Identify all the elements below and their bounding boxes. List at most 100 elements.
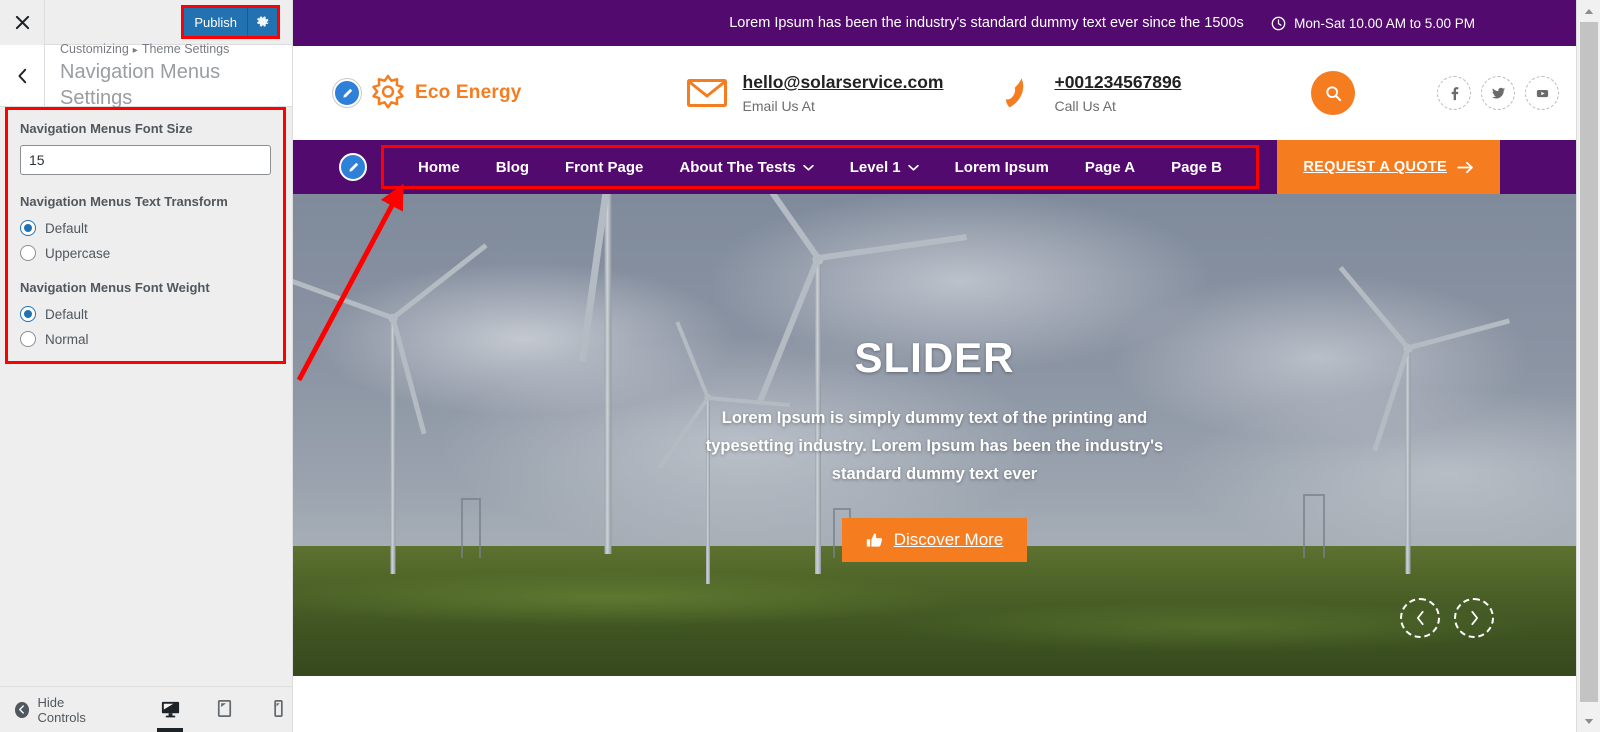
request-quote-button[interactable]: REQUEST A QUOTE <box>1277 140 1500 194</box>
breadcrumb: Customizing ▸ Theme Settings <box>60 41 292 59</box>
breadcrumb-parent[interactable]: Theme Settings <box>142 42 230 56</box>
hero-slider: SLIDER Lorem Ipsum is simply dummy text … <box>293 194 1576 676</box>
gear-icon <box>256 16 268 27</box>
nav-item-label: About The Tests <box>679 158 796 176</box>
topbar-hours: Mon-Sat 10.00 AM to 5.00 PM <box>1271 16 1475 31</box>
font-size-input[interactable] <box>20 145 271 175</box>
nav-item-about-the-tests[interactable]: About The Tests <box>661 159 831 176</box>
edit-shortcut-nav-wrap <box>339 153 367 181</box>
nav-item-level-1[interactable]: Level 1 <box>832 159 937 176</box>
slider-content: SLIDER Lorem Ipsum is simply dummy text … <box>293 334 1576 562</box>
nav-item-lorem-ipsum[interactable]: Lorem Ipsum <box>937 159 1067 176</box>
font-size-label: Navigation Menus Font Size <box>20 121 193 136</box>
social-youtube-button[interactable] <box>1525 76 1560 110</box>
site-header: Eco Energy hello@solarservice.com Email … <box>293 46 1600 140</box>
primary-navigation: Home Blog Front Page About The Tests Lev… <box>381 145 1259 189</box>
mobile-icon <box>273 699 283 717</box>
header-email-block[interactable]: hello@solarservice.com Email Us At <box>686 72 944 114</box>
site-preview: Lorem Ipsum has been the industry's stan… <box>293 0 1600 732</box>
font-weight-option-normal[interactable]: Normal <box>20 331 271 347</box>
radio-icon <box>20 306 36 322</box>
arrow-right-icon <box>1457 161 1473 173</box>
close-icon <box>15 15 29 29</box>
site-logo[interactable]: Eco Energy <box>333 74 522 112</box>
clock-icon <box>1271 16 1286 30</box>
close-customizer-button[interactable] <box>0 0 45 45</box>
customizer-controls-body: Navigation Menus Font Size Navigation Me… <box>0 107 292 686</box>
facebook-icon <box>1451 86 1459 100</box>
search-button[interactable] <box>1311 71 1356 115</box>
slider-description: Lorem Ipsum is simply dummy text of the … <box>705 409 1164 483</box>
site-title: Eco Energy <box>415 82 522 103</box>
scroll-up-button[interactable] <box>1577 2 1600 20</box>
device-mobile-button[interactable] <box>264 692 292 728</box>
pencil-icon <box>342 88 352 98</box>
customizer-screen: Publish Customizing ▸ Theme Settings Nav… <box>0 0 1600 732</box>
topbar-hours-text: Mon-Sat 10.00 AM to 5.00 PM <box>1294 15 1475 31</box>
preview-scrollbar[interactable] <box>1576 0 1600 732</box>
radio-label: Default <box>45 220 88 236</box>
triangle-down-icon <box>1584 718 1594 724</box>
hide-controls-button[interactable]: Hide Controls <box>0 695 104 725</box>
phone-caption: Call Us At <box>1054 98 1116 114</box>
font-weight-label: Navigation Menus Font Weight <box>20 280 210 295</box>
phone-text: +001234567896 Call Us At <box>1054 72 1181 114</box>
breadcrumb-root[interactable]: Customizing <box>60 42 129 56</box>
scrollbar-thumb[interactable] <box>1580 22 1598 702</box>
phone-icon <box>1006 78 1024 108</box>
nav-item-label: Lorem Ipsum <box>954 158 1049 176</box>
publish-area: Publish <box>45 0 292 44</box>
site-topbar: Lorem Ipsum has been the industry's stan… <box>293 0 1600 46</box>
youtube-icon <box>1536 89 1549 97</box>
edit-shortcut-nav-button[interactable] <box>339 153 367 181</box>
radio-icon <box>20 220 36 236</box>
sun-logo <box>369 74 407 112</box>
phone-link[interactable]: +001234567896 <box>1054 72 1181 93</box>
desktop-icon <box>161 701 179 717</box>
nav-item-front-page[interactable]: Front Page <box>547 159 661 176</box>
nav-item-page-b[interactable]: Page B <box>1153 159 1240 176</box>
radio-icon <box>20 331 36 347</box>
chevron-down-icon <box>803 164 814 171</box>
nav-item-home[interactable]: Home <box>400 159 478 176</box>
social-facebook-button[interactable] <box>1437 76 1472 110</box>
back-button[interactable] <box>0 45 45 106</box>
sun-icon <box>372 74 404 109</box>
device-tablet-button[interactable] <box>210 692 238 728</box>
slider-prev-button[interactable] <box>1400 598 1440 638</box>
chevron-down-icon <box>907 164 919 171</box>
text-transform-option-default[interactable]: Default <box>20 220 271 236</box>
envelope-icon <box>686 79 727 107</box>
collapse-icon <box>15 701 29 718</box>
publish-settings-button[interactable] <box>247 8 277 36</box>
radio-icon <box>20 245 36 261</box>
radio-label: Uppercase <box>45 245 111 261</box>
scroll-down-button[interactable] <box>1577 712 1600 730</box>
phone-icon-wrap <box>998 76 1038 110</box>
request-quote-label: REQUEST A QUOTE <box>1303 159 1447 175</box>
slider-next-button[interactable] <box>1454 598 1494 638</box>
font-weight-option-default[interactable]: Default <box>20 306 271 322</box>
nav-item-blog[interactable]: Blog <box>478 159 547 176</box>
text-transform-label: Navigation Menus Text Transform <box>20 194 228 209</box>
discover-more-button[interactable]: Discover More <box>841 518 1028 562</box>
text-transform-option-uppercase[interactable]: Uppercase <box>20 245 271 261</box>
publish-highlight-box: Publish <box>181 5 280 39</box>
publish-button[interactable]: Publish <box>184 8 247 36</box>
triangle-up-icon <box>1584 8 1594 14</box>
email-link[interactable]: hello@solarservice.com <box>743 72 944 93</box>
header-phone-block[interactable]: +001234567896 Call Us At <box>998 72 1181 114</box>
hide-controls-label: Hide Controls <box>37 694 86 725</box>
edit-shortcut-logo-button[interactable] <box>333 79 361 107</box>
settings-highlight-box: Navigation Menus Font Size Navigation Me… <box>5 107 286 364</box>
tablet-icon <box>217 699 231 717</box>
device-desktop-button[interactable] <box>156 692 184 732</box>
nav-item-page-a[interactable]: Page A <box>1067 159 1153 176</box>
social-twitter-button[interactable] <box>1481 76 1516 110</box>
customizer-sidebar: Publish Customizing ▸ Theme Settings Nav… <box>0 0 293 732</box>
twitter-icon <box>1491 87 1506 98</box>
customizer-breadcrumb-row: Customizing ▸ Theme Settings Navigation Me… <box>0 42 292 109</box>
nav-item-label: Level 1 <box>849 158 901 176</box>
nav-item-label: Home <box>418 158 460 176</box>
